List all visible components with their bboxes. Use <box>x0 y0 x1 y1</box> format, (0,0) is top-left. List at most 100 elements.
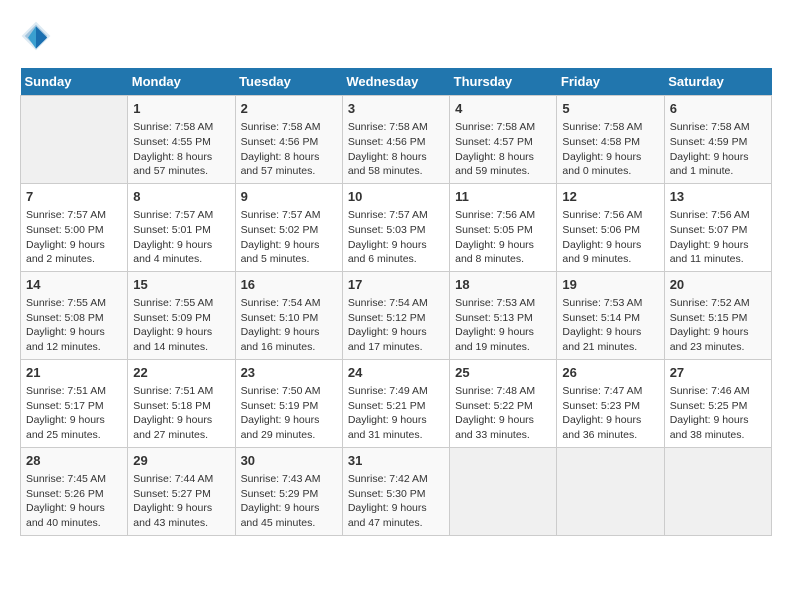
day-info: Sunrise: 7:46 AM Sunset: 5:25 PM Dayligh… <box>670 384 766 443</box>
day-info: Sunrise: 7:53 AM Sunset: 5:14 PM Dayligh… <box>562 296 658 355</box>
day-number: 7 <box>26 188 122 206</box>
calendar-cell <box>21 96 128 184</box>
day-info: Sunrise: 7:57 AM Sunset: 5:00 PM Dayligh… <box>26 208 122 267</box>
calendar-cell: 5 Sunrise: 7:58 AM Sunset: 4:58 PM Daylig… <box>557 96 664 184</box>
day-number: 27 <box>670 364 766 382</box>
calendar-cell: 22 Sunrise: 7:51 AM Sunset: 5:18 PM Dayli… <box>128 359 235 447</box>
calendar-cell: 19 Sunrise: 7:53 AM Sunset: 5:14 PM Dayli… <box>557 271 664 359</box>
day-info: Sunrise: 7:52 AM Sunset: 5:15 PM Dayligh… <box>670 296 766 355</box>
day-number: 23 <box>241 364 337 382</box>
day-info: Sunrise: 7:56 AM Sunset: 5:07 PM Dayligh… <box>670 208 766 267</box>
day-info: Sunrise: 7:58 AM Sunset: 4:56 PM Dayligh… <box>241 120 337 179</box>
day-number: 18 <box>455 276 551 294</box>
day-info: Sunrise: 7:45 AM Sunset: 5:26 PM Dayligh… <box>26 472 122 531</box>
calendar-cell: 17 Sunrise: 7:54 AM Sunset: 5:12 PM Dayli… <box>342 271 449 359</box>
day-info: Sunrise: 7:57 AM Sunset: 5:03 PM Dayligh… <box>348 208 444 267</box>
day-info: Sunrise: 7:57 AM Sunset: 5:01 PM Dayligh… <box>133 208 229 267</box>
calendar-cell: 23 Sunrise: 7:50 AM Sunset: 5:19 PM Dayli… <box>235 359 342 447</box>
day-number: 8 <box>133 188 229 206</box>
calendar-week-0: 1 Sunrise: 7:58 AM Sunset: 4:55 PM Daylig… <box>21 96 772 184</box>
calendar-week-1: 7 Sunrise: 7:57 AM Sunset: 5:00 PM Daylig… <box>21 183 772 271</box>
calendar-cell: 12 Sunrise: 7:56 AM Sunset: 5:06 PM Dayli… <box>557 183 664 271</box>
calendar-cell <box>557 447 664 535</box>
calendar-cell: 14 Sunrise: 7:55 AM Sunset: 5:08 PM Dayli… <box>21 271 128 359</box>
calendar-cell: 16Sunrise: 7:54 AM Sunset: 5:10 PM Dayli… <box>235 271 342 359</box>
day-info: Sunrise: 7:58 AM Sunset: 4:58 PM Dayligh… <box>562 120 658 179</box>
calendar-cell: 24Sunrise: 7:49 AM Sunset: 5:21 PM Dayli… <box>342 359 449 447</box>
weekday-header-wednesday: Wednesday <box>342 68 449 96</box>
day-info: Sunrise: 7:47 AM Sunset: 5:23 PM Dayligh… <box>562 384 658 443</box>
day-number: 25 <box>455 364 551 382</box>
day-info: Sunrise: 7:51 AM Sunset: 5:17 PM Dayligh… <box>26 384 122 443</box>
weekday-header-friday: Friday <box>557 68 664 96</box>
day-number: 10 <box>348 188 444 206</box>
day-info: Sunrise: 7:56 AM Sunset: 5:06 PM Dayligh… <box>562 208 658 267</box>
calendar-cell <box>450 447 557 535</box>
calendar-cell: 10 Sunrise: 7:57 AM Sunset: 5:03 PM Dayli… <box>342 183 449 271</box>
day-info: Sunrise: 7:43 AM Sunset: 5:29 PM Dayligh… <box>241 472 337 531</box>
calendar-cell: 6Sunrise: 7:58 AM Sunset: 4:59 PM Daylig… <box>664 96 771 184</box>
day-number: 22 <box>133 364 229 382</box>
day-info: Sunrise: 7:58 AM Sunset: 4:57 PM Dayligh… <box>455 120 551 179</box>
day-info: Sunrise: 7:50 AM Sunset: 5:19 PM Dayligh… <box>241 384 337 443</box>
day-number: 30 <box>241 452 337 470</box>
calendar-cell: 3 Sunrise: 7:58 AM Sunset: 4:56 PM Daylig… <box>342 96 449 184</box>
calendar-week-3: 21 Sunrise: 7:51 AM Sunset: 5:17 PM Dayli… <box>21 359 772 447</box>
day-info: Sunrise: 7:54 AM Sunset: 5:12 PM Dayligh… <box>348 296 444 355</box>
calendar-cell: 11Sunrise: 7:56 AM Sunset: 5:05 PM Dayli… <box>450 183 557 271</box>
day-number: 13 <box>670 188 766 206</box>
day-number: 5 <box>562 100 658 118</box>
calendar-cell: 9 Sunrise: 7:57 AM Sunset: 5:02 PM Daylig… <box>235 183 342 271</box>
calendar-cell: 29 Sunrise: 7:44 AM Sunset: 5:27 PM Dayli… <box>128 447 235 535</box>
logo <box>20 20 56 52</box>
day-number: 28 <box>26 452 122 470</box>
day-number: 3 <box>348 100 444 118</box>
calendar-cell: 1 Sunrise: 7:58 AM Sunset: 4:55 PM Daylig… <box>128 96 235 184</box>
calendar-cell: 4 Sunrise: 7:58 AM Sunset: 4:57 PM Daylig… <box>450 96 557 184</box>
day-number: 15 <box>133 276 229 294</box>
day-info: Sunrise: 7:53 AM Sunset: 5:13 PM Dayligh… <box>455 296 551 355</box>
day-number: 2 <box>241 100 337 118</box>
day-number: 17 <box>348 276 444 294</box>
day-number: 24 <box>348 364 444 382</box>
calendar-cell: 2 Sunrise: 7:58 AM Sunset: 4:56 PM Daylig… <box>235 96 342 184</box>
calendar-cell <box>664 447 771 535</box>
day-number: 9 <box>241 188 337 206</box>
calendar-cell: 27 Sunrise: 7:46 AM Sunset: 5:25 PM Dayli… <box>664 359 771 447</box>
day-number: 20 <box>670 276 766 294</box>
day-number: 12 <box>562 188 658 206</box>
calendar-cell: 7 Sunrise: 7:57 AM Sunset: 5:00 PM Daylig… <box>21 183 128 271</box>
calendar-week-4: 28 Sunrise: 7:45 AM Sunset: 5:26 PM Dayli… <box>21 447 772 535</box>
day-number: 14 <box>26 276 122 294</box>
day-number: 1 <box>133 100 229 118</box>
day-info: Sunrise: 7:58 AM Sunset: 4:55 PM Dayligh… <box>133 120 229 179</box>
calendar-cell: 21 Sunrise: 7:51 AM Sunset: 5:17 PM Dayli… <box>21 359 128 447</box>
calendar-cell: 13 Sunrise: 7:56 AM Sunset: 5:07 PM Dayli… <box>664 183 771 271</box>
day-number: 31 <box>348 452 444 470</box>
day-info: Sunrise: 7:48 AM Sunset: 5:22 PM Dayligh… <box>455 384 551 443</box>
day-number: 19 <box>562 276 658 294</box>
weekday-header-saturday: Saturday <box>664 68 771 96</box>
day-number: 16 <box>241 276 337 294</box>
day-number: 4 <box>455 100 551 118</box>
day-info: Sunrise: 7:51 AM Sunset: 5:18 PM Dayligh… <box>133 384 229 443</box>
calendar-week-2: 14 Sunrise: 7:55 AM Sunset: 5:08 PM Dayli… <box>21 271 772 359</box>
calendar-cell: 30 Sunrise: 7:43 AM Sunset: 5:29 PM Dayli… <box>235 447 342 535</box>
day-info: Sunrise: 7:55 AM Sunset: 5:09 PM Dayligh… <box>133 296 229 355</box>
logo-icon <box>20 20 52 52</box>
day-number: 29 <box>133 452 229 470</box>
day-info: Sunrise: 7:58 AM Sunset: 4:59 PM Dayligh… <box>670 120 766 179</box>
day-number: 21 <box>26 364 122 382</box>
weekday-header-monday: Monday <box>128 68 235 96</box>
day-info: Sunrise: 7:44 AM Sunset: 5:27 PM Dayligh… <box>133 472 229 531</box>
day-number: 11 <box>455 188 551 206</box>
page-header <box>20 20 772 52</box>
day-info: Sunrise: 7:58 AM Sunset: 4:56 PM Dayligh… <box>348 120 444 179</box>
day-info: Sunrise: 7:55 AM Sunset: 5:08 PM Dayligh… <box>26 296 122 355</box>
day-info: Sunrise: 7:42 AM Sunset: 5:30 PM Dayligh… <box>348 472 444 531</box>
calendar-cell: 15 Sunrise: 7:55 AM Sunset: 5:09 PM Dayli… <box>128 271 235 359</box>
calendar-cell: 8 Sunrise: 7:57 AM Sunset: 5:01 PM Daylig… <box>128 183 235 271</box>
weekday-header-sunday: Sunday <box>21 68 128 96</box>
day-info: Sunrise: 7:57 AM Sunset: 5:02 PM Dayligh… <box>241 208 337 267</box>
calendar-cell: 25 Sunrise: 7:48 AM Sunset: 5:22 PM Dayli… <box>450 359 557 447</box>
